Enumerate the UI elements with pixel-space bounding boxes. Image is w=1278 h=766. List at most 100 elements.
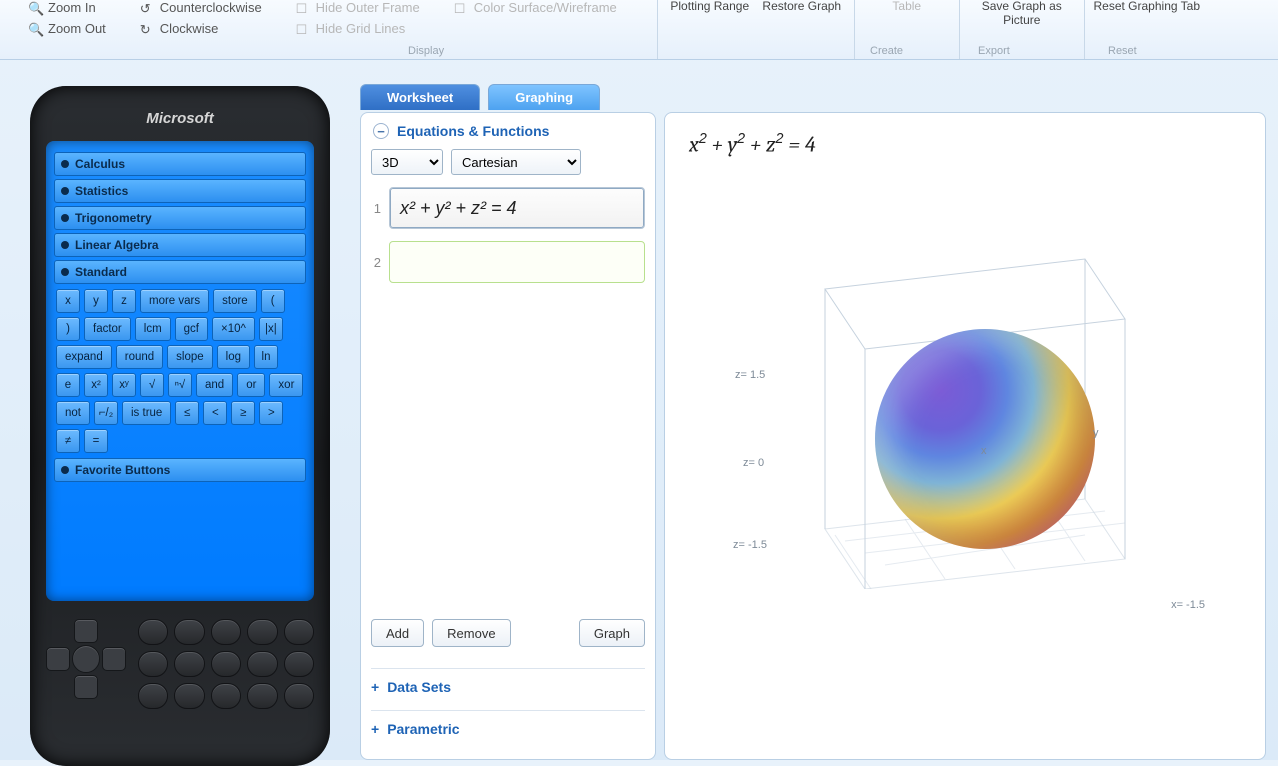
dpad-right[interactable] [102,647,126,671]
key-sci[interactable]: ×10^ [212,317,255,341]
rotate-ccw-button[interactable]: ↺Counterclockwise [140,0,262,15]
key-x[interactable]: x [56,289,80,313]
key-e[interactable]: e [56,373,80,397]
key-factor[interactable]: factor [84,317,131,341]
key-ge[interactable]: ≥ [231,401,255,425]
key-sqrt[interactable]: √ [140,373,164,397]
dpad-center[interactable] [72,645,100,673]
hw-key[interactable] [211,683,241,709]
zoom-out-button[interactable]: 🔍Zoom Out [28,21,106,36]
ribbon-separator [854,0,855,59]
graph-button[interactable]: Graph [579,619,645,647]
key-lcm[interactable]: lcm [135,317,171,341]
ccw-icon: ↺ [140,1,154,15]
save-graph-button[interactable]: Save Graph as Picture [966,0,1078,28]
dimension-select[interactable]: 3D [371,149,443,175]
equation-text: x² + y² + z² = 4 [400,198,517,219]
remove-button[interactable]: Remove [432,619,510,647]
key-log[interactable]: log [217,345,250,369]
standard-keypad: x y z more vars store ( ) factor lcm gcf… [54,284,306,455]
plot-3d[interactable]: z= 1.5 z= 0 z= -1.5 x= -1.5 y x [695,179,1235,659]
section-trigonometry[interactable]: Trigonometry [54,206,306,230]
key-lt[interactable]: < [203,401,227,425]
key-and[interactable]: and [196,373,233,397]
section-calculus[interactable]: Calculus [54,152,306,176]
dpad-up[interactable] [74,619,98,643]
hw-key[interactable] [247,619,277,645]
key-slope[interactable]: slope [167,345,213,369]
section-standard[interactable]: Standard [54,260,306,284]
key-abs[interactable]: |x| [259,317,283,341]
key-z[interactable]: z [112,289,136,313]
section-data-sets[interactable]: +Data Sets [371,668,645,695]
hide-outer-frame-checkbox[interactable]: ☐Hide Outer Frame [296,0,420,15]
dpad-down[interactable] [74,675,98,699]
key-neg-half[interactable]: ⌐/₂ [94,401,118,425]
reset-graphing-tab-button[interactable]: Reset Graphing Tab [1091,0,1203,14]
key-more-vars[interactable]: more vars [140,289,209,313]
hw-key[interactable] [284,619,314,645]
key-round[interactable]: round [116,345,163,369]
key-lparen[interactable]: ( [261,289,285,313]
x-tick: x= -1.5 [1171,599,1205,611]
key-gcf[interactable]: gcf [175,317,208,341]
ribbon-separator [959,0,960,59]
hw-key[interactable] [284,651,314,677]
key-expand[interactable]: expand [56,345,112,369]
section-favorite-buttons[interactable]: Favorite Buttons [54,458,306,482]
bullet-icon [61,241,69,249]
zoom-in-button[interactable]: 🔍Zoom In [28,0,106,15]
hide-grid-lines-checkbox[interactable]: ☐Hide Grid Lines [296,21,420,36]
plotting-range-button[interactable]: Plotting Range [664,0,756,14]
section-parametric[interactable]: +Parametric [371,710,645,737]
cw-icon: ↻ [140,22,154,36]
hw-key[interactable] [174,651,204,677]
hw-key[interactable] [174,683,204,709]
hw-key[interactable] [211,651,241,677]
key-sq[interactable]: x² [84,373,108,397]
group-label-display: Display [408,45,444,57]
z-tick-mid: z= 0 [743,457,764,469]
sphere-surface [875,329,1095,549]
hw-key[interactable] [247,651,277,677]
hw-key[interactable] [138,619,168,645]
section-statistics[interactable]: Statistics [54,179,306,203]
checkbox-icon: ☐ [296,1,310,15]
hw-key[interactable] [211,619,241,645]
expand-icon: + [371,721,379,737]
hw-key[interactable] [138,683,168,709]
rotate-cw-button[interactable]: ↻Clockwise [140,21,262,36]
hw-key[interactable] [174,619,204,645]
color-surface-checkbox[interactable]: ☐Color Surface/Wireframe [454,0,617,15]
key-gt[interactable]: > [259,401,283,425]
equation-input-1[interactable]: x² + y² + z² = 4 [389,187,645,229]
coord-system-select[interactable]: Cartesian [451,149,581,175]
key-or[interactable]: or [237,373,265,397]
collapse-icon: − [373,123,389,139]
key-y[interactable]: y [84,289,108,313]
hw-key[interactable] [138,651,168,677]
hw-key[interactable] [247,683,277,709]
section-linear-algebra[interactable]: Linear Algebra [54,233,306,257]
key-ln[interactable]: ln [254,345,278,369]
key-ne[interactable]: ≠ [56,429,80,453]
key-xor[interactable]: xor [269,373,303,397]
equation-input-2[interactable] [389,241,645,283]
key-pow[interactable]: xʸ [112,373,136,397]
key-rparen[interactable]: ) [56,317,80,341]
restore-graph-button[interactable]: Restore Graph [756,0,848,14]
key-eq[interactable]: = [84,429,108,453]
equations-header[interactable]: −Equations & Functions [373,123,645,139]
key-istrue[interactable]: is true [122,401,171,425]
hw-key[interactable] [284,683,314,709]
tab-graphing[interactable]: Graphing [488,84,600,110]
add-button[interactable]: Add [371,619,424,647]
dpad-left[interactable] [46,647,70,671]
tab-worksheet[interactable]: Worksheet [360,84,480,110]
key-le[interactable]: ≤ [175,401,199,425]
equation-number: 1 [371,201,381,216]
key-store[interactable]: store [213,289,257,313]
key-nroot[interactable]: ⁿ√ [168,373,192,397]
bullet-icon [61,466,69,474]
key-not[interactable]: not [56,401,90,425]
